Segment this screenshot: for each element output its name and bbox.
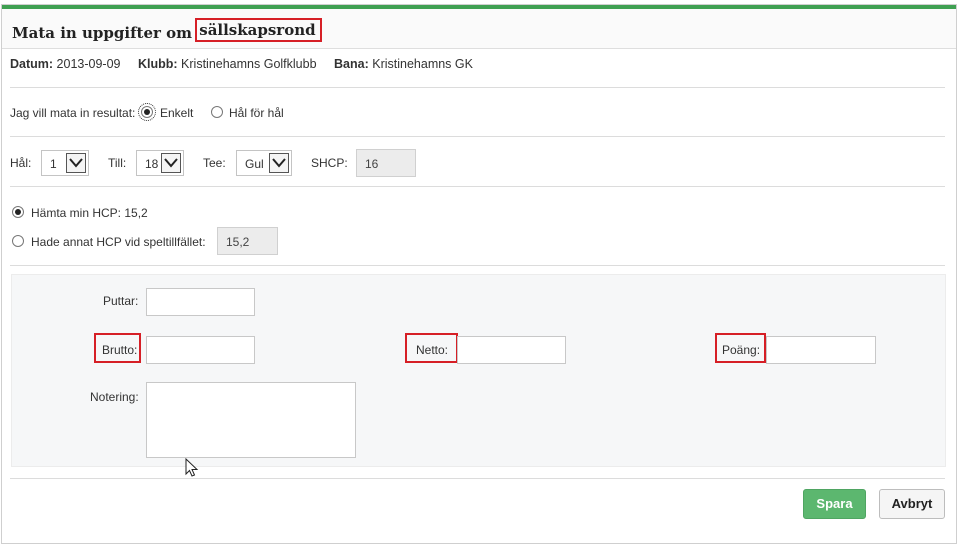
other-hcp-field[interactable]: 15,2 [217, 227, 278, 255]
note-textarea[interactable] [146, 382, 356, 458]
title-bar: Mata in uppgifter om sällskapsrond [2, 9, 956, 49]
other-hcp-label[interactable]: Hade annat HCP vid speltillfället: [31, 235, 206, 249]
chevron-down-icon[interactable] [161, 153, 181, 173]
to-hole-value: 18 [145, 157, 159, 171]
to-hole-select[interactable]: 18 [136, 150, 184, 176]
shcp-value: 16 [365, 157, 379, 171]
from-hole-value: 1 [50, 157, 57, 171]
divider [10, 265, 945, 266]
title-prefix: Mata in uppgifter om [12, 24, 193, 42]
fetch-hcp-label[interactable]: Hämta min HCP: 15,2 [31, 206, 148, 220]
divider [10, 186, 945, 187]
club-label: Klubb: [137, 57, 178, 71]
brutto-input[interactable] [146, 336, 255, 364]
from-hole-label: Hål: [10, 156, 32, 170]
mouse-pointer-icon [185, 458, 199, 477]
divider [10, 136, 945, 137]
netto-input[interactable] [457, 336, 566, 364]
tee-select[interactable]: Gul [236, 150, 292, 176]
divider [10, 87, 945, 88]
putts-input[interactable] [146, 288, 255, 316]
radio-hole-by-hole[interactable] [211, 106, 223, 118]
title-highlight: sällskapsrond [195, 18, 322, 42]
date-value: 2013-09-09 [56, 57, 121, 71]
course-value: Kristinehamns GK [372, 57, 473, 71]
note-label: Notering: [90, 390, 139, 404]
page-title: Mata in uppgifter om sällskapsrond [12, 18, 322, 45]
chevron-down-icon[interactable] [66, 153, 86, 173]
other-hcp-value: 15,2 [226, 235, 250, 249]
putts-label: Puttar: [103, 294, 139, 308]
radio-simple[interactable] [138, 103, 156, 121]
points-label: Poäng: [722, 343, 761, 357]
tee-label: Tee: [203, 156, 226, 170]
cancel-button[interactable]: Avbryt [879, 489, 945, 519]
round-info: Datum: 2013-09-09 Klubb: Kristinehamns G… [10, 57, 473, 71]
shcp-label: SHCP: [311, 156, 348, 170]
to-hole-label: Till: [108, 156, 127, 170]
course-label: Bana: [334, 57, 369, 71]
shcp-field: 16 [356, 149, 416, 177]
club-value: Kristinehamns Golfklubb [181, 57, 317, 71]
points-input[interactable] [766, 336, 876, 364]
entry-mode-label: Jag vill mata in resultat: [10, 106, 136, 120]
brutto-label: Brutto: [102, 343, 138, 357]
divider [10, 478, 945, 479]
tee-value: Gul [245, 157, 264, 171]
radio-other-hcp[interactable] [12, 235, 24, 247]
netto-label: Netto: [416, 343, 449, 357]
save-button[interactable]: Spara [803, 489, 866, 519]
chevron-down-icon[interactable] [269, 153, 289, 173]
radio-fetch-hcp[interactable] [12, 206, 24, 218]
radio-hole-by-hole-label[interactable]: Hål för hål [229, 106, 284, 120]
radio-simple-label[interactable]: Enkelt [160, 106, 193, 120]
from-hole-select[interactable]: 1 [41, 150, 89, 176]
date-label: Datum: [10, 57, 54, 71]
